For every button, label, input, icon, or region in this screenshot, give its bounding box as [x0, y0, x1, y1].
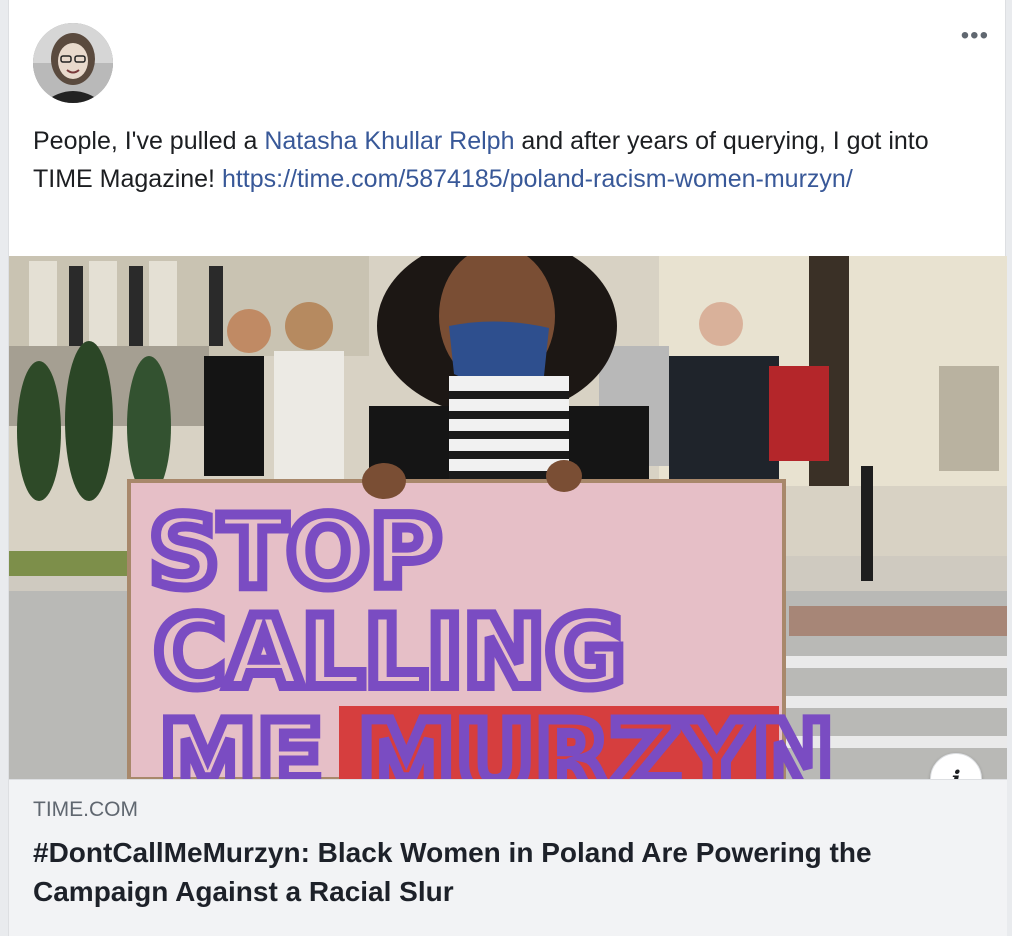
avatar[interactable]: [33, 23, 113, 103]
link-preview-caption[interactable]: TIME.COM #DontCallMeMurzyn: Black Women …: [9, 779, 1007, 936]
link-domain: TIME.COM: [33, 798, 138, 821]
protest-photo: STOP CALLING ME MURZYN: [9, 256, 1007, 779]
sign-line-1: STOP: [149, 496, 442, 610]
link-preview-image[interactable]: STOP CALLING ME MURZYN: [9, 256, 1007, 779]
avatar-photo: [33, 23, 113, 103]
post-text: People, I've pulled a Natasha Khullar Re…: [33, 122, 983, 198]
link-headline[interactable]: #DontCallMeMurzyn: Black Women in Poland…: [33, 833, 973, 911]
sign-line-3: ME MURZYN: [159, 701, 834, 779]
post-url-link[interactable]: https://time.com/5874185/poland-racism-w…: [222, 165, 853, 193]
mention-link[interactable]: Natasha Khullar Relph: [264, 127, 514, 155]
post-text-part: People, I've pulled a: [33, 127, 265, 155]
more-options-icon[interactable]: •••: [961, 24, 989, 48]
post-card: ••• People, I've pulled a Natasha Khulla…: [8, 0, 1007, 936]
sign-line-2: CALLING: [154, 596, 626, 710]
